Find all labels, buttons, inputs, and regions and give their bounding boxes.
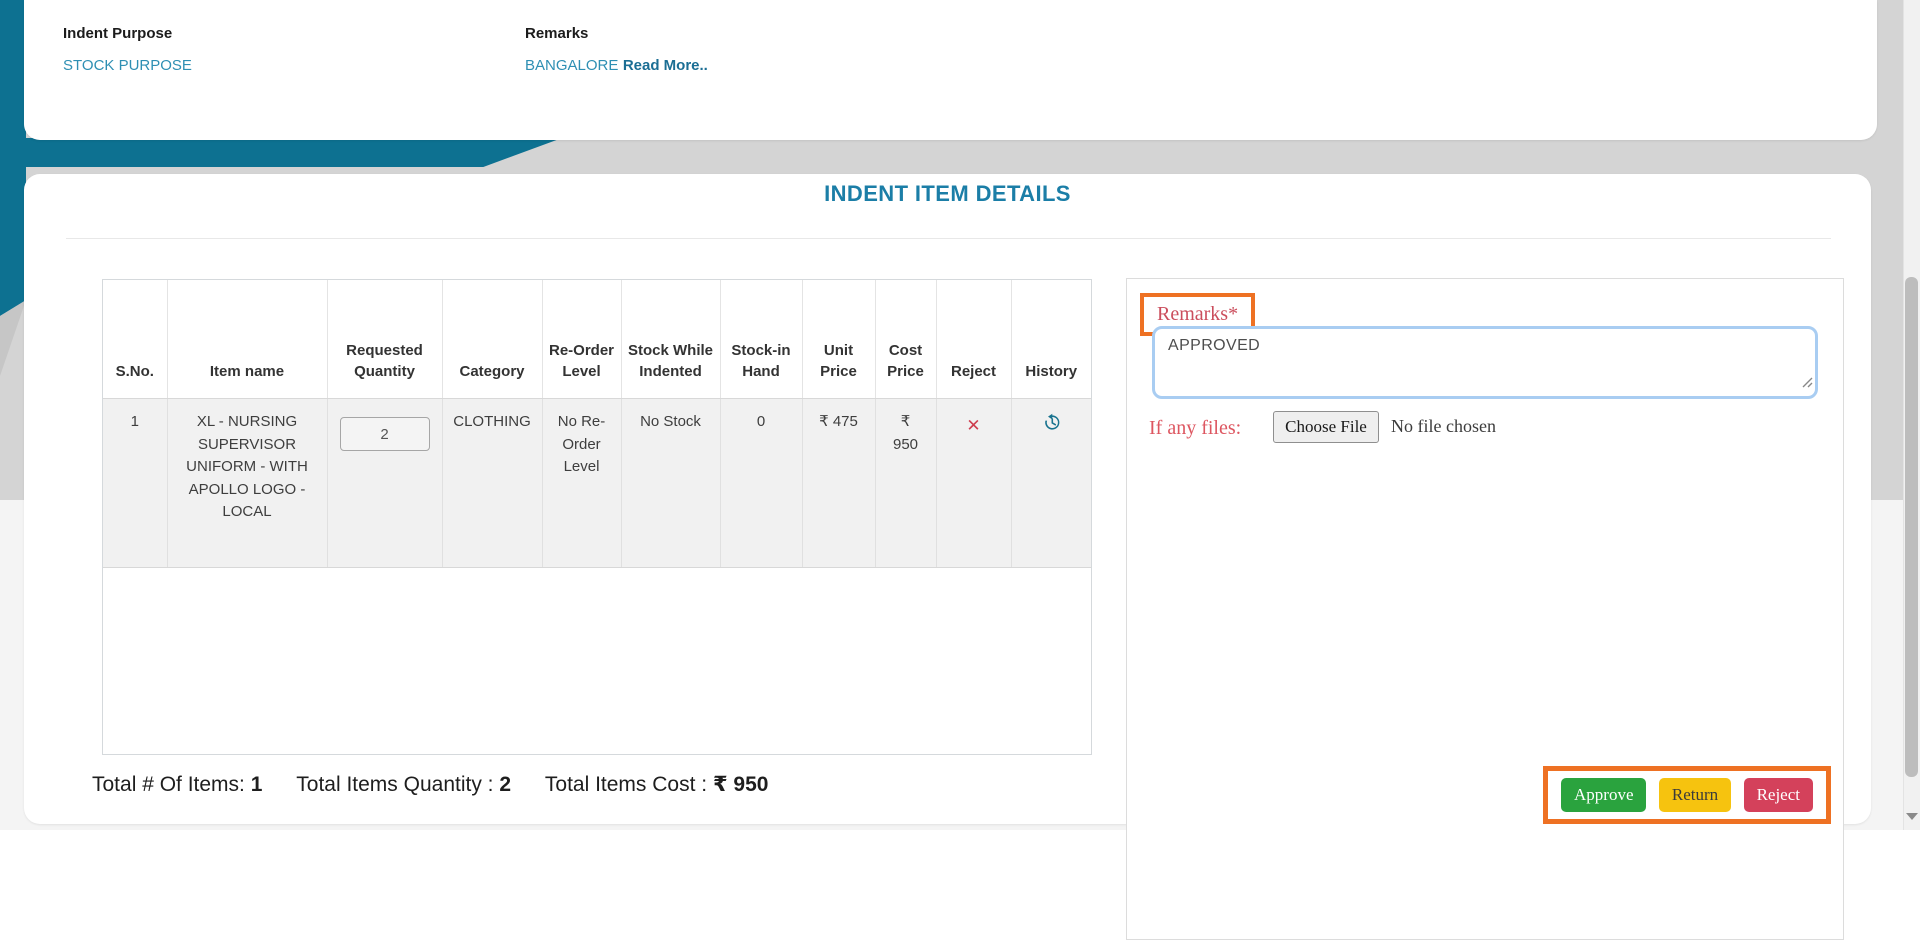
remarks-value-line: BANGALORE Read More..: [525, 57, 708, 75]
scrollbar-down-arrow-icon[interactable]: [1906, 813, 1918, 820]
table-row: 1 XL - NURSING SUPERVISOR UNIFORM - WITH…: [103, 399, 1091, 568]
title-divider: [66, 238, 1831, 239]
col-header-stock-in-hand: Stock-in Hand: [720, 280, 802, 399]
col-header-reorder-level: Re-Order Level: [542, 280, 621, 399]
remarks-textarea-wrap: APPROVED: [1152, 326, 1818, 399]
actions-highlight-annotation: Approve Return Reject: [1543, 766, 1831, 824]
page-title: INDENT ITEM DETAILS: [24, 181, 1871, 207]
cell-item-name: XL - NURSING SUPERVISOR UNIFORM - WITH A…: [167, 399, 327, 568]
history-icon[interactable]: [1042, 413, 1061, 440]
page: Indent Purpose STOCK PURPOSE Remarks BAN…: [0, 0, 1920, 830]
reject-button[interactable]: Reject: [1744, 778, 1813, 812]
no-file-chosen-text: No file chosen: [1391, 416, 1496, 437]
col-header-requested-quantity: Requested Quantity: [327, 280, 442, 399]
resize-grip-icon[interactable]: [1802, 375, 1813, 393]
remarks-value: BANGALORE: [525, 57, 618, 74]
col-header-sno: S.No.: [103, 280, 167, 399]
cell-category: CLOTHING: [442, 399, 542, 568]
indent-items-table: S.No. Item name Requested Quantity Categ…: [102, 279, 1092, 755]
cell-unit-price: ₹ 475: [802, 399, 875, 568]
totals-bar: Total # Of Items: 1 Total Items Quantity…: [92, 772, 796, 797]
reject-item-icon[interactable]: ✕: [966, 413, 980, 439]
return-button[interactable]: Return: [1659, 778, 1731, 812]
indent-purpose-label: Indent Purpose: [63, 25, 172, 42]
total-cost: Total Items Cost : ₹ 950: [545, 773, 769, 796]
col-header-stock-while-indented: Stock While Indented: [621, 280, 720, 399]
cell-sno: 1: [103, 399, 167, 568]
col-header-item-name: Item name: [167, 280, 327, 399]
total-items: Total # Of Items: 1: [92, 773, 268, 796]
choose-file-button[interactable]: Choose File: [1273, 411, 1379, 443]
remarks-required-label: Remarks*: [1157, 303, 1238, 325]
total-quantity-label: Total Items Quantity :: [296, 773, 493, 796]
total-items-value: 1: [251, 773, 263, 796]
cell-stock-in-hand: 0: [720, 399, 802, 568]
approval-remarks-panel: Remarks* APPROVED If any files: Choose F…: [1126, 278, 1844, 940]
quantity-input[interactable]: [340, 417, 430, 451]
attach-files-label: If any files:: [1149, 417, 1241, 440]
cell-requested-quantity: [327, 399, 442, 568]
cell-stock-while-indented: No Stock: [621, 399, 720, 568]
total-items-label: Total # Of Items:: [92, 773, 245, 796]
remarks-textarea[interactable]: APPROVED: [1152, 326, 1818, 399]
indent-summary-card: Indent Purpose STOCK PURPOSE Remarks BAN…: [24, 0, 1877, 140]
scrollbar-thumb[interactable]: [1905, 277, 1918, 777]
cell-cost-price: ₹ 950: [875, 399, 936, 568]
indent-item-details-card: INDENT ITEM DETAILS S.No. Item name Requ…: [24, 174, 1871, 824]
read-more-link[interactable]: Read More..: [623, 57, 708, 74]
total-quantity-value: 2: [499, 773, 511, 796]
total-cost-label: Total Items Cost :: [545, 773, 707, 796]
approve-button[interactable]: Approve: [1561, 778, 1646, 812]
total-quantity: Total Items Quantity : 2: [296, 773, 517, 796]
cell-history: [1011, 399, 1091, 568]
col-header-history: History: [1011, 280, 1091, 399]
indent-purpose-value: STOCK PURPOSE: [63, 57, 192, 74]
col-header-reject: Reject: [936, 280, 1011, 399]
col-header-unit-price: Unit Price: [802, 280, 875, 399]
cell-reorder-level: No Re-Order Level: [542, 399, 621, 568]
col-header-cost-price: Cost Price: [875, 280, 936, 399]
total-cost-value: ₹ 950: [713, 773, 768, 796]
col-header-category: Category: [442, 280, 542, 399]
table-header-row: S.No. Item name Requested Quantity Categ…: [103, 280, 1091, 399]
remarks-label: Remarks: [525, 25, 588, 42]
cell-reject: ✕: [936, 399, 1011, 568]
teal-accent-band: [0, 138, 562, 167]
